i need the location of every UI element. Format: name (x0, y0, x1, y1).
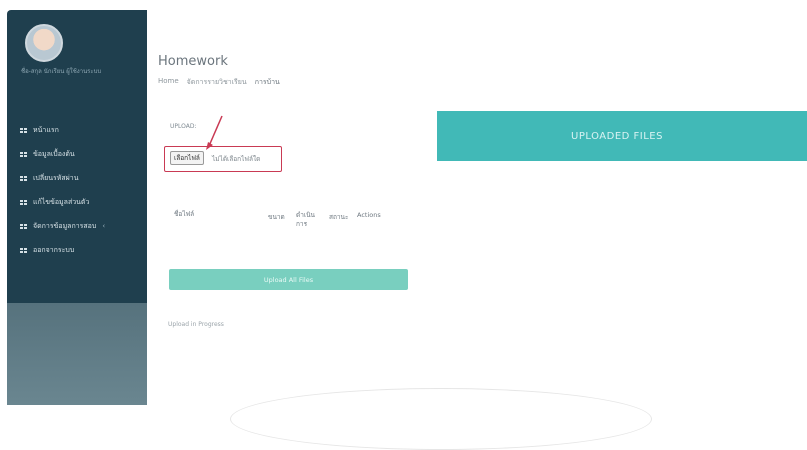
breadcrumb-course-management[interactable]: จัดการรายวิชาเรียน (187, 77, 247, 88)
sidebar-item-edit-profile[interactable]: แก้ไขข้อมูลส่วนตัว (7, 190, 147, 214)
sidebar-item-basic-info[interactable]: ข้อมูลเบื้องต้น (7, 142, 147, 166)
page-title: Homework (158, 54, 228, 69)
no-file-chosen-text: ไม่ได้เลือกไฟล์ใด (212, 155, 261, 163)
column-header-size: ขนาด (268, 213, 285, 221)
user-name: ชื่อ-สกุล นักเรียน ผู้ใช้งานระบบ (21, 68, 102, 75)
decorative-arc (230, 388, 652, 450)
avatar[interactable] (25, 24, 63, 62)
column-header-filename: ชื่อไฟล์ (174, 210, 195, 218)
sidebar-item-logout[interactable]: ออกจากระบบ (7, 238, 147, 262)
breadcrumb-home[interactable]: Home (158, 77, 179, 88)
grid-icon (20, 175, 27, 181)
upload-label: UPLOAD: (170, 123, 197, 130)
sidebar-item-label: ข้อมูลเบื้องต้น (33, 149, 75, 158)
sidebar-nav: หน้าแรก ข้อมูลเบื้องต้น เปลี่ยนรหัสผ่าน … (7, 118, 147, 262)
sidebar-item-home[interactable]: หน้าแรก (7, 118, 147, 142)
column-header-actions: Actions (357, 211, 381, 219)
grid-icon (20, 151, 27, 157)
grid-icon (20, 223, 27, 229)
upload-all-button[interactable]: Upload All Files (169, 269, 408, 290)
choose-file-button[interactable]: เลือกไฟล์ (170, 151, 204, 165)
grid-icon (20, 199, 27, 205)
sidebar-item-label: จัดการข้อมูลการสอบ (33, 221, 97, 230)
grid-icon (20, 127, 27, 133)
sidebar-item-change-password[interactable]: เปลี่ยนรหัสผ่าน (7, 166, 147, 190)
sidebar: ชื่อ-สกุล นักเรียน ผู้ใช้งานระบบ หน้าแรก… (7, 10, 147, 405)
sidebar-item-label: ออกจากระบบ (33, 245, 75, 254)
column-header-progress: ดำเนินการ (296, 211, 315, 228)
sidebar-item-label: แก้ไขข้อมูลส่วนตัว (33, 197, 90, 206)
sidebar-item-exam-management[interactable]: จัดการข้อมูลการสอบ ‹ (7, 214, 147, 238)
breadcrumb: Home จัดการรายวิชาเรียน การบ้าน (158, 77, 280, 88)
breadcrumb-homework: การบ้าน (254, 78, 280, 86)
upload-progress-label: Upload in Progress (168, 321, 224, 328)
grid-icon (20, 247, 27, 253)
sidebar-footer-panel (7, 303, 147, 405)
sidebar-item-label: เปลี่ยนรหัสผ่าน (33, 173, 79, 182)
column-header-status: สถานะ (329, 213, 349, 221)
uploaded-files-panel: UPLOADED FILES (437, 111, 807, 161)
sidebar-item-label: หน้าแรก (33, 125, 59, 134)
chevron-left-icon: ‹ (102, 222, 106, 230)
